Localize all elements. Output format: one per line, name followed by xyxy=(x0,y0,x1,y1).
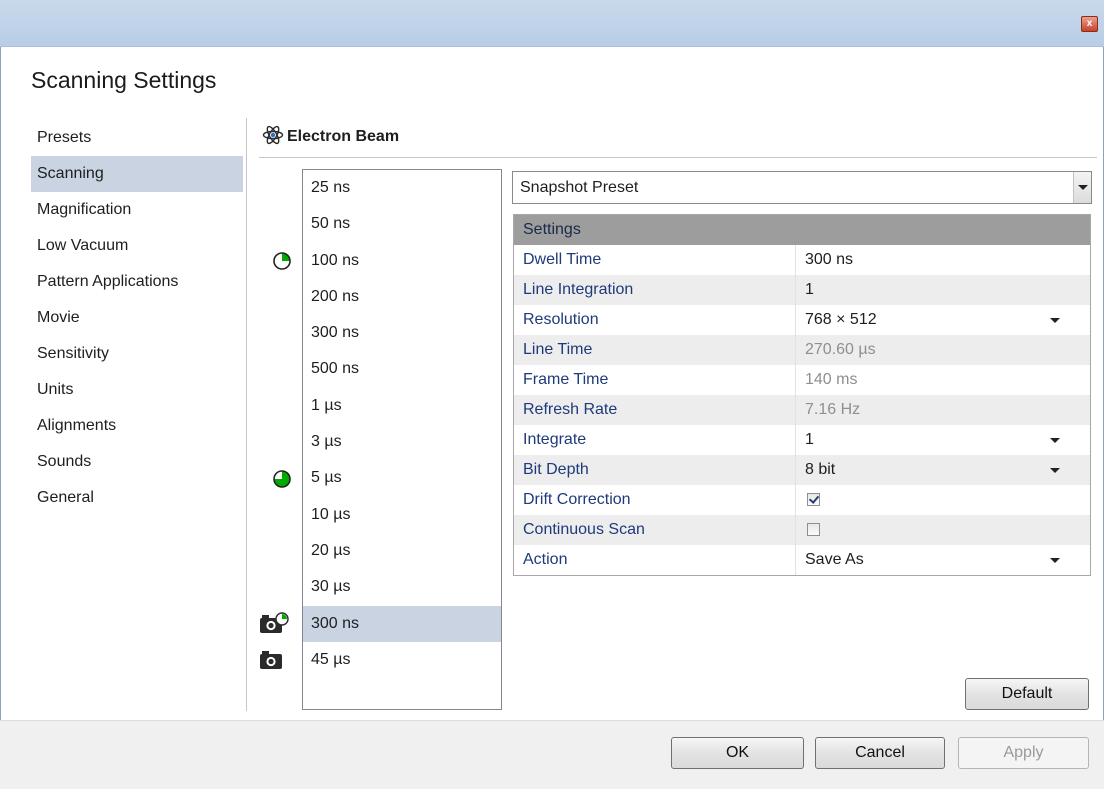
setting-value[interactable]: 768 × 512 xyxy=(795,305,1090,335)
setting-value: 270.60 µs xyxy=(795,335,1090,365)
setting-name: Integrate xyxy=(523,431,587,448)
title-bar: x xyxy=(0,0,1104,47)
setting-value[interactable] xyxy=(795,485,1090,515)
dwell-list-item[interactable]: 500 ns xyxy=(303,351,501,387)
setting-value[interactable]: 8 bit xyxy=(795,455,1090,485)
dwell-list-item[interactable]: 1 µs xyxy=(303,388,501,424)
setting-value[interactable]: 1 xyxy=(795,425,1090,455)
dialog-title: Scanning Settings xyxy=(31,67,217,93)
dialog-footer: OK Cancel Apply xyxy=(0,720,1104,789)
setting-value: 140 ms xyxy=(795,365,1090,395)
setting-row-frame-time: Frame Time 140 ms xyxy=(514,365,1090,395)
setting-name: Continuous Scan xyxy=(523,521,645,538)
sidebar-item-pattern-applications[interactable]: Pattern Applications xyxy=(31,264,243,300)
window-edge-left xyxy=(0,47,1,789)
dwell-list-item[interactable]: 300 ns xyxy=(303,315,501,351)
dwell-list-item[interactable]: 300 ns xyxy=(303,605,501,642)
default-button[interactable]: Default xyxy=(965,678,1089,710)
setting-row-integrate: Integrate 1 xyxy=(514,425,1090,455)
setting-value-text: 1 xyxy=(805,431,814,448)
preset-combobox[interactable]: Snapshot Preset xyxy=(512,171,1092,204)
setting-row-line-time: Line Time 270.60 µs xyxy=(514,335,1090,365)
setting-value[interactable]: 1 xyxy=(795,275,1090,305)
chevron-down-icon[interactable] xyxy=(1073,172,1091,203)
setting-value: 7.16 Hz xyxy=(795,395,1090,425)
chevron-down-icon[interactable] xyxy=(1050,438,1060,443)
setting-name: Refresh Rate xyxy=(523,401,618,418)
dwell-list-item[interactable]: 50 ns xyxy=(303,206,501,242)
chevron-down-icon[interactable] xyxy=(1050,468,1060,473)
setting-name: Drift Correction xyxy=(523,491,631,508)
sidebar-item-general[interactable]: General xyxy=(31,480,243,516)
camera-clock-icon xyxy=(258,611,290,640)
setting-row-bit-depth: Bit Depth 8 bit xyxy=(514,455,1090,485)
setting-row-line-integration: Line Integration 1 xyxy=(514,275,1090,305)
setting-name: Bit Depth xyxy=(523,461,589,478)
dwell-list-item[interactable]: 200 ns xyxy=(303,279,501,315)
chevron-down-icon[interactable] xyxy=(1050,558,1060,563)
setting-value-text: 140 ms xyxy=(805,371,858,388)
setting-row-dwell-time: Dwell Time 300 ns xyxy=(514,245,1090,275)
dwell-list-item[interactable]: 5 µs xyxy=(303,460,501,496)
ok-button[interactable]: OK xyxy=(671,737,804,769)
beam-header: Electron Beam xyxy=(262,124,399,150)
dwell-list-item[interactable]: 25 ns xyxy=(303,170,501,206)
setting-row-action: Action Save As xyxy=(514,545,1090,575)
pie-quarter-icon xyxy=(272,251,292,276)
sidebar-item-sensitivity[interactable]: Sensitivity xyxy=(31,336,243,372)
setting-row-drift-correction: Drift Correction xyxy=(514,485,1090,515)
checkbox[interactable] xyxy=(807,523,820,536)
setting-value-text: 7.16 Hz xyxy=(805,401,861,418)
setting-name: Resolution xyxy=(523,311,599,328)
settings-grid: Settings Dwell Time 300 ns Line Integratio… xyxy=(513,214,1091,576)
dwell-list-item[interactable]: 20 µs xyxy=(303,533,501,569)
camera-icon xyxy=(258,647,290,676)
setting-value-text: 300 ns xyxy=(805,251,854,268)
dwell-list-item[interactable]: 45 µs xyxy=(303,642,501,678)
settings-sidebar: Presets Scanning Magnification Low Vacuum Pa… xyxy=(31,120,243,516)
close-button[interactable]: x xyxy=(1081,16,1098,32)
setting-value[interactable] xyxy=(795,515,1090,545)
setting-row-resolution: Resolution 768 × 512 xyxy=(514,305,1090,335)
cancel-button[interactable]: Cancel xyxy=(815,737,945,769)
setting-name: Dwell Time xyxy=(523,251,602,268)
beam-label: Electron Beam xyxy=(287,128,400,145)
settings-grid-header: Settings xyxy=(514,215,1090,245)
sidebar-item-alignments[interactable]: Alignments xyxy=(31,408,243,444)
setting-name: Line Time xyxy=(523,341,593,358)
pie-three-quarter-icon xyxy=(272,469,292,494)
setting-value-text: 1 xyxy=(805,281,814,298)
sidebar-item-presets[interactable]: Presets xyxy=(31,120,243,156)
sidebar-item-low-vacuum[interactable]: Low Vacuum xyxy=(31,228,243,264)
dwell-list-item[interactable]: 10 µs xyxy=(303,497,501,533)
checkbox[interactable] xyxy=(807,493,820,506)
dwell-list-item[interactable]: 3 µs xyxy=(303,424,501,460)
vertical-divider xyxy=(246,118,247,711)
dwell-list-item[interactable]: 100 ns xyxy=(303,243,501,279)
apply-button[interactable]: Apply xyxy=(958,737,1089,769)
setting-name: Action xyxy=(523,551,568,568)
setting-value-text: 270.60 µs xyxy=(805,341,876,358)
setting-name: Frame Time xyxy=(523,371,609,388)
setting-value-text: 768 × 512 xyxy=(805,311,877,328)
setting-name: Line Integration xyxy=(523,281,634,298)
setting-value-text: Save As xyxy=(805,551,864,568)
chevron-down-icon[interactable] xyxy=(1050,318,1060,323)
setting-row-refresh-rate: Refresh Rate 7.16 Hz xyxy=(514,395,1090,425)
atom-icon xyxy=(262,124,284,151)
sidebar-item-movie[interactable]: Movie xyxy=(31,300,243,336)
sidebar-item-magnification[interactable]: Magnification xyxy=(31,192,243,228)
dwell-list-item[interactable]: 30 µs xyxy=(303,569,501,605)
sidebar-item-scanning[interactable]: Scanning xyxy=(31,156,243,192)
setting-value-text: 8 bit xyxy=(805,461,836,478)
dwell-time-list[interactable]: 25 ns 50 ns 100 ns 200 ns 300 ns 500 ns 1 µs 3 … xyxy=(302,169,502,710)
preset-value: Snapshot Preset xyxy=(520,179,639,196)
header-divider xyxy=(259,157,1097,158)
sidebar-item-units[interactable]: Units xyxy=(31,372,243,408)
sidebar-item-sounds[interactable]: Sounds xyxy=(31,444,243,480)
setting-value[interactable]: 300 ns xyxy=(795,245,1090,275)
setting-row-continuous-scan: Continuous Scan xyxy=(514,515,1090,545)
setting-value[interactable]: Save As xyxy=(795,545,1090,575)
